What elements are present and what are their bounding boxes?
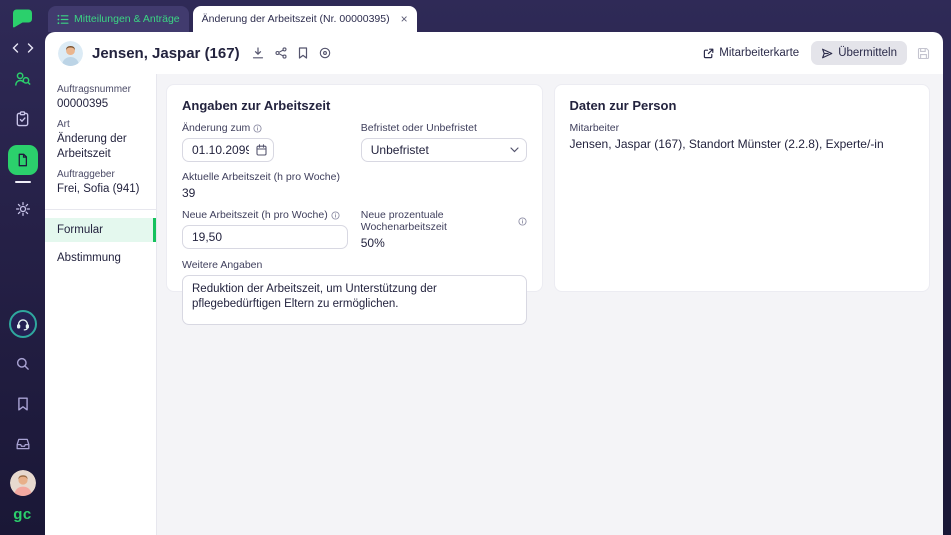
- bookmark-icon[interactable]: [298, 47, 308, 59]
- window-body: Auftragsnummer 00000395 Art Änderung der…: [45, 74, 943, 535]
- user-avatar[interactable]: [9, 470, 36, 496]
- aktuelle-arbeitszeit-label: Aktuelle Arbeitszeit (h pro Woche): [182, 171, 340, 183]
- chevron-down-icon: [509, 147, 519, 153]
- sidebar-item-forms[interactable]: [7, 145, 38, 175]
- active-underline: [14, 181, 31, 183]
- request-info-panel: Auftragsnummer 00000395 Art Änderung der…: [45, 74, 157, 535]
- divider: [45, 208, 156, 210]
- tab-bar: Mitteilungen & Anträge Änderung der Arbe…: [45, 0, 943, 32]
- inbox-icon[interactable]: [9, 430, 37, 458]
- mitarbeiterkarte-button[interactable]: Mitarbeiterkarte: [703, 47, 799, 59]
- main-area: Angaben zur Arbeitszeit Änderung zum 01.…: [157, 74, 943, 535]
- field-value: 00000395: [57, 98, 109, 110]
- info-icon[interactable]: [517, 216, 527, 226]
- mitarbeiter-value: Jensen, Jaspar (167), Standort Münster (…: [569, 137, 884, 151]
- weitere-angaben-label: Weitere Angaben: [182, 259, 263, 271]
- field-label: Art: [57, 119, 70, 131]
- tab-label: Mitteilungen & Anträge: [74, 13, 180, 25]
- befristet-label: Befristet oder Unbefristet: [360, 122, 477, 134]
- send-icon: [821, 48, 833, 59]
- document-icon: [18, 153, 28, 167]
- nav-label: Abstimmung: [57, 251, 121, 264]
- support-headset-icon[interactable]: [8, 310, 37, 338]
- nav-back-icon[interactable]: [12, 43, 19, 53]
- employee-avatar: [58, 40, 83, 66]
- nav-item-abstimmung[interactable]: Abstimmung: [45, 246, 156, 270]
- nav-forward-icon[interactable]: [27, 43, 34, 53]
- uebermitteln-label: Übermitteln: [838, 47, 897, 59]
- neue-arbeitszeit-input[interactable]: [182, 225, 348, 249]
- page-title: Jensen, Jaspar (167): [92, 44, 240, 62]
- person-data-card: Daten zur Person Mitarbeiter Jensen, Jas…: [553, 84, 930, 292]
- info-field: Auftragsnummer 00000395: [45, 84, 156, 111]
- tasks-icon[interactable]: [9, 105, 37, 133]
- active-indicator: [153, 217, 156, 242]
- record-actions: [252, 47, 331, 59]
- prozent-value: 50%: [360, 236, 385, 250]
- settings-gear-icon[interactable]: [9, 195, 37, 223]
- download-icon[interactable]: [252, 47, 264, 59]
- tab-aenderung-arbeitszeit[interactable]: Änderung der Arbeitszeit (Nr. 00000395) …: [192, 6, 417, 32]
- aktuelle-arbeitszeit-value: 39: [182, 186, 196, 200]
- neue-arbeitszeit-label: Neue Arbeitszeit (h pro Woche): [182, 209, 348, 221]
- prozent-label: Neue prozentuale Wochenarbeitszeit: [361, 209, 527, 233]
- content-window: Jensen, Jaspar (167) Mitarbeiterkarte Üb…: [45, 32, 943, 535]
- field-label: Auftraggeber: [57, 169, 115, 181]
- mitarbeiterkarte-label: Mitarbeiterkarte: [719, 47, 800, 59]
- befristet-select[interactable]: Unbefristet: [360, 138, 527, 162]
- share-icon[interactable]: [275, 47, 287, 59]
- search-icon[interactable]: [9, 350, 37, 378]
- card-title: Angaben zur Arbeitszeit: [182, 98, 331, 113]
- external-link-icon: [703, 48, 714, 59]
- card-title: Daten zur Person: [569, 98, 677, 113]
- field-label: Auftragsnummer: [57, 84, 131, 95]
- app-root: gc Mitteilungen & Anträge Änderung der A…: [0, 0, 951, 535]
- details-icon[interactable]: [319, 47, 331, 59]
- nav-item-formular[interactable]: Formular: [45, 217, 156, 242]
- weitere-angaben-textarea[interactable]: Reduktion der Arbeitszeit, um Unterstütz…: [182, 275, 527, 325]
- info-field: Art Änderung der Arbeitszeit: [45, 119, 156, 161]
- tab-label: Änderung der Arbeitszeit (Nr. 00000395): [201, 13, 390, 25]
- select-value: Unbefristet: [370, 143, 429, 157]
- bookmarks-icon[interactable]: [9, 390, 37, 418]
- nav-label: Formular: [57, 223, 104, 236]
- app-logo[interactable]: [12, 8, 34, 29]
- calendar-icon[interactable]: [256, 144, 267, 156]
- aenderung-zum-field: [182, 138, 274, 162]
- info-field: Auftraggeber Frei, Sofia (941): [45, 169, 156, 196]
- field-value: Änderung der Arbeitszeit: [57, 133, 127, 160]
- people-search-icon[interactable]: [9, 65, 37, 93]
- history-nav: [12, 43, 34, 53]
- close-icon[interactable]: ×: [401, 13, 408, 25]
- info-icon[interactable]: [253, 123, 262, 133]
- tab-mitteilungen[interactable]: Mitteilungen & Anträge: [48, 6, 189, 32]
- aenderung-zum-label: Änderung zum: [182, 122, 348, 134]
- uebermitteln-button[interactable]: Übermitteln: [811, 41, 907, 65]
- info-icon[interactable]: [331, 210, 340, 220]
- neue-arbeitszeit-field: [182, 225, 348, 249]
- arbeitszeit-form-card: Angaben zur Arbeitszeit Änderung zum 01.…: [166, 84, 543, 325]
- gc-logo: gc: [13, 506, 32, 523]
- mitarbeiter-label: Mitarbeiter: [569, 122, 620, 134]
- field-value: Frei, Sofia (941): [57, 183, 140, 196]
- record-header: Jensen, Jaspar (167) Mitarbeiterkarte Üb…: [45, 32, 943, 74]
- save-icon[interactable]: [917, 47, 930, 60]
- list-icon: [57, 14, 69, 25]
- sidebar: gc: [0, 0, 45, 535]
